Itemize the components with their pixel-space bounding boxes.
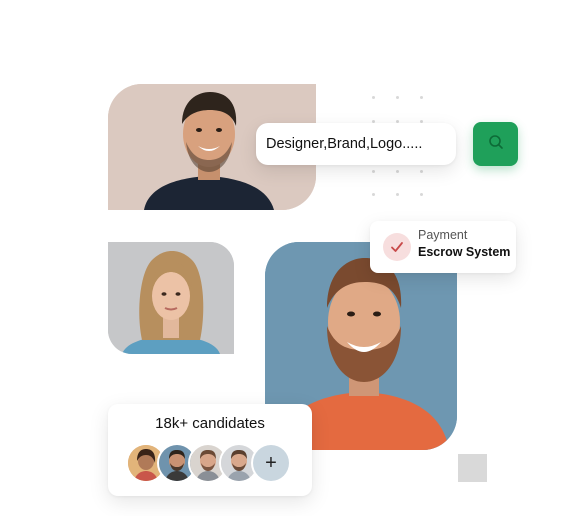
escrow-caption: Payment: [418, 228, 468, 242]
candidates-count: 18k+ candidates: [155, 415, 265, 432]
plus-icon: +: [265, 451, 277, 474]
add-candidate-button[interactable]: +: [253, 445, 289, 481]
escrow-title: Escrow System: [418, 245, 511, 259]
avatar: [221, 445, 257, 481]
escrow-badge: Payment Escrow System: [370, 221, 516, 273]
search-input[interactable]: [266, 136, 454, 152]
search-button[interactable]: [473, 122, 518, 166]
candidates-card: 18k+ candidates +: [108, 404, 312, 496]
decorative-square: [458, 454, 487, 482]
candidate-photo-woman: [108, 242, 234, 354]
check-icon: [383, 233, 411, 261]
search-icon: [488, 134, 504, 155]
search-field[interactable]: [256, 123, 456, 165]
